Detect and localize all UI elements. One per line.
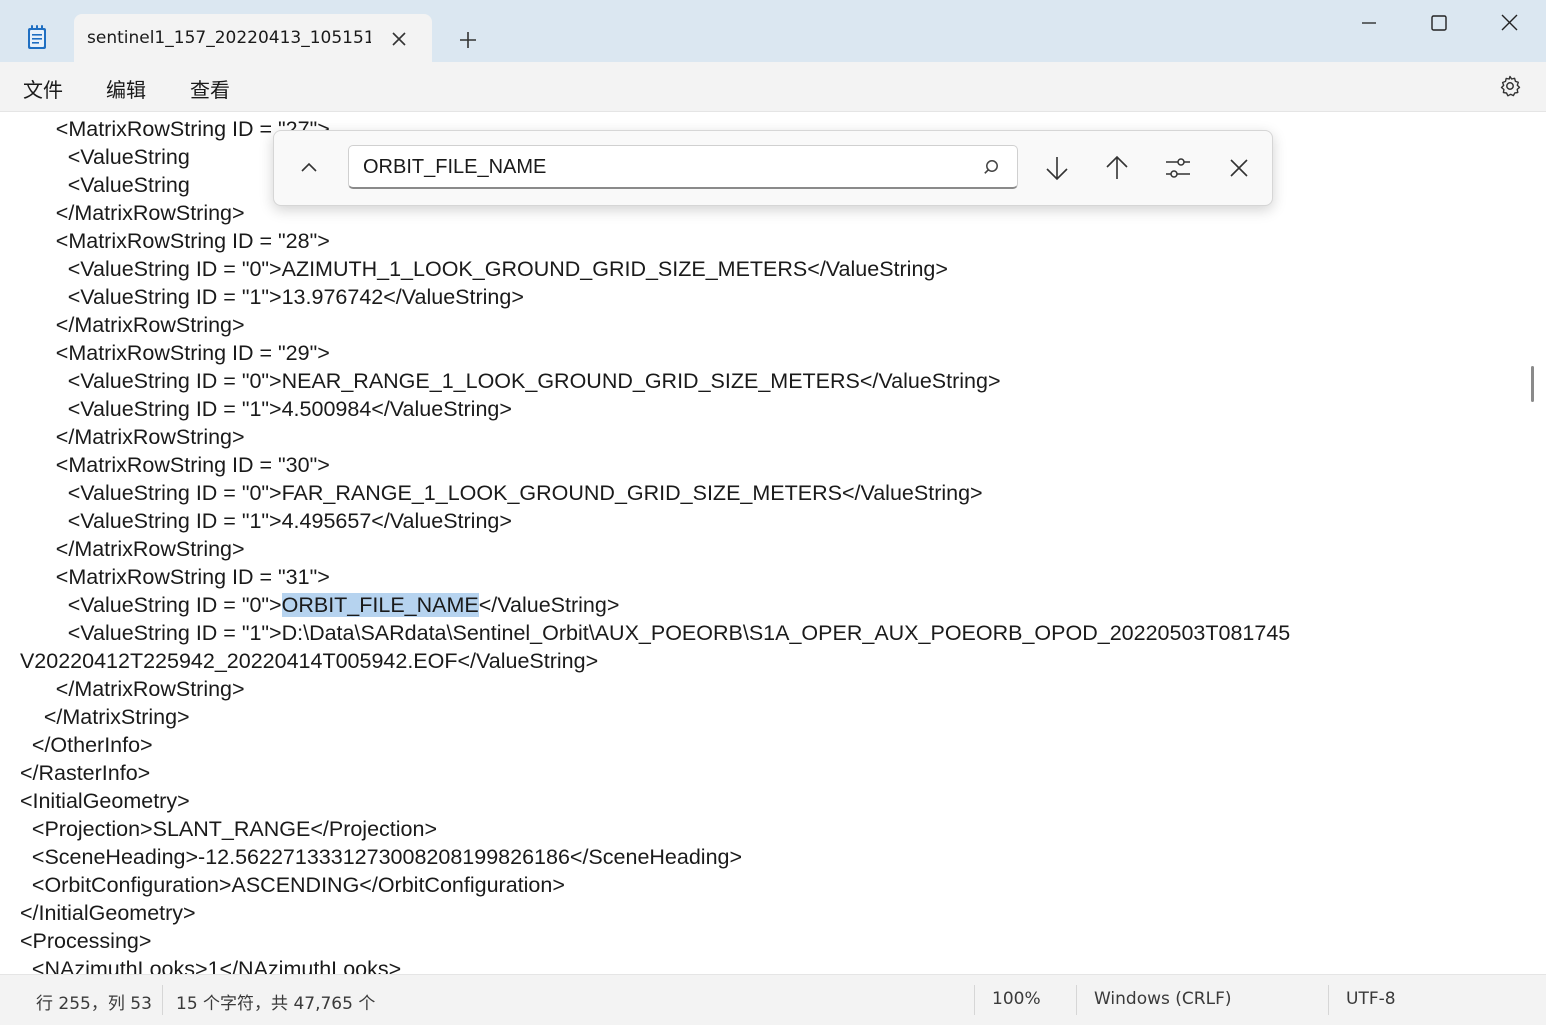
- menu-file[interactable]: 文件: [23, 74, 63, 103]
- editor-line: <ValueString: [8, 145, 190, 169]
- editor-line: </OtherInfo>: [8, 733, 153, 757]
- editor-line: </MatrixRowString>: [8, 425, 245, 449]
- character-count: 15 个字符，共 47,765 个: [176, 994, 376, 1014]
- editor-line: V20220412T225942_20220414T005942.EOF</Va…: [8, 649, 599, 673]
- editor-line: <NAzimuthLooks>1</NAzimuthLooks>: [8, 957, 402, 974]
- editor-line: <ValueString ID = "1">13.976742</ValueSt…: [8, 285, 524, 309]
- editor-line: <SceneHeading>-12.5622713331273008208199…: [8, 845, 743, 869]
- minimize-icon[interactable]: [1346, 10, 1392, 36]
- editor-line: </MatrixRowString>: [8, 201, 245, 225]
- editor-line: <OrbitConfiguration>ASCENDING</OrbitConf…: [8, 873, 565, 897]
- document-tab[interactable]: sentinel1_157_20220413_105151644_: [74, 14, 432, 62]
- maximize-icon[interactable]: [1416, 10, 1462, 36]
- editor-line: <InitialGeometry>: [8, 789, 190, 813]
- find-field[interactable]: [348, 145, 1018, 189]
- close-tab-icon[interactable]: [388, 28, 410, 50]
- editor-line: </MatrixRowString>: [8, 313, 245, 337]
- tab-title: sentinel1_157_20220413_105151644_: [87, 28, 371, 48]
- status-divider: [974, 985, 975, 1015]
- matched-line-prefix: <ValueString ID = "0">: [8, 593, 282, 617]
- menu-view[interactable]: 查看: [190, 74, 230, 103]
- editor-line: <ValueString ID = "1">4.495657</ValueStr…: [8, 509, 512, 533]
- editor-line: <ValueString ID = "0">FAR_RANGE_1_LOOK_G…: [8, 481, 983, 505]
- editor-line: <Projection>SLANT_RANGE</Projection>: [8, 817, 438, 841]
- status-divider: [1328, 985, 1329, 1015]
- title-bar: sentinel1_157_20220413_105151644_: [0, 0, 1546, 62]
- vertical-scrollbar[interactable]: [1530, 112, 1546, 974]
- encoding[interactable]: UTF-8: [1346, 989, 1396, 1009]
- status-divider: [162, 985, 163, 1015]
- editor-line: <MatrixRowString ID = "28">: [8, 229, 330, 253]
- editor-line: <ValueString ID = "0">NEAR_RANGE_1_LOOK_…: [8, 369, 1001, 393]
- editor-line: <Processing>: [8, 929, 152, 953]
- window-close-icon[interactable]: [1486, 10, 1532, 36]
- find-options-sliders-icon[interactable]: [1163, 153, 1193, 183]
- gear-icon[interactable]: [1498, 74, 1522, 98]
- cursor-position: 行 255，列 53: [36, 994, 152, 1014]
- editor-line: </MatrixRowString>: [8, 537, 245, 561]
- close-find-icon[interactable]: [1224, 153, 1254, 183]
- menu-bar: 文件 编辑 查看: [0, 62, 1546, 112]
- editor-line: </InitialGeometry>: [8, 901, 196, 925]
- menu-edit[interactable]: 编辑: [106, 74, 146, 103]
- find-input[interactable]: [363, 154, 963, 180]
- editor-line: <ValueString ID = "1">4.500984</ValueStr…: [8, 397, 512, 421]
- status-divider: [1076, 985, 1077, 1015]
- chevron-up-icon[interactable]: [296, 155, 322, 181]
- editor-line: </MatrixRowString>: [8, 677, 245, 701]
- editor-line: <ValueString ID = "0">AZIMUTH_1_LOOK_GRO…: [8, 257, 948, 281]
- text-editor[interactable]: <ValueString ID = "0">ORBIT_FILE_NAME</V…: [0, 112, 1530, 974]
- editor-line: </RasterInfo>: [8, 761, 151, 785]
- search-match-highlight: ORBIT_FILE_NAME: [281, 593, 479, 617]
- editor-line: <MatrixRowString ID = "29">: [8, 341, 330, 365]
- editor-line: <MatrixRowString ID = "30">: [8, 453, 330, 477]
- notepad-icon: [28, 25, 46, 49]
- search-icon[interactable]: [983, 158, 1003, 178]
- scrollbar-thumb[interactable]: [1531, 366, 1534, 402]
- find-next-arrow-down-icon[interactable]: [1042, 153, 1072, 183]
- editor-line: <ValueString: [8, 173, 190, 197]
- editor-line: <ValueString ID = "1">D:\Data\SARdata\Se…: [8, 621, 1291, 645]
- matched-line: <ValueString ID = "0">ORBIT_FILE_NAME</V…: [8, 591, 619, 619]
- matched-line-suffix: </ValueString>: [478, 593, 620, 617]
- editor-line: <MatrixRowString ID = "31">: [8, 565, 330, 589]
- line-ending[interactable]: Windows (CRLF): [1094, 989, 1232, 1009]
- find-panel: [273, 130, 1273, 206]
- find-previous-arrow-up-icon[interactable]: [1102, 153, 1132, 183]
- status-bar: 行 255，列 53 15 个字符，共 47,765 个 100% Window…: [0, 974, 1546, 1025]
- new-tab-plus-icon[interactable]: [456, 28, 480, 52]
- zoom-level[interactable]: 100%: [992, 989, 1041, 1009]
- editor-line: </MatrixString>: [8, 705, 190, 729]
